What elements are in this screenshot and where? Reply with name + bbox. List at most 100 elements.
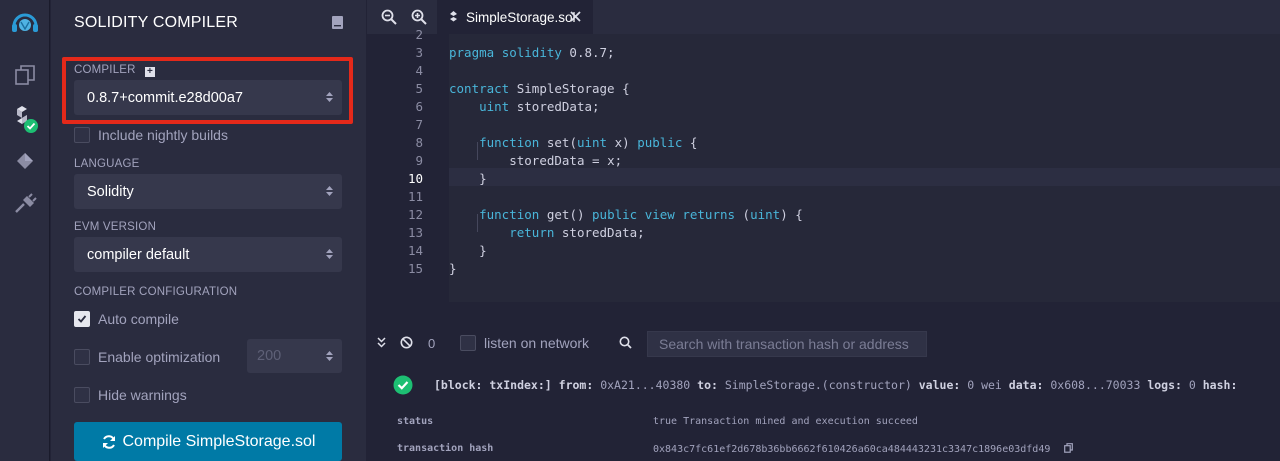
code-line[interactable]: 7 [367, 116, 1280, 134]
compiler-label-text: COMPILER [74, 64, 136, 76]
line-number: 3 [415, 45, 423, 60]
log-data-label: data: [1008, 378, 1044, 392]
refresh-icon [102, 434, 115, 449]
line-number: 6 [415, 99, 423, 114]
add-compiler-icon[interactable]: + [145, 67, 156, 77]
checkbox-icon[interactable] [460, 335, 476, 351]
line-code: contract SimpleStorage { [449, 81, 630, 96]
checkbox-icon[interactable] [74, 127, 90, 143]
checkbox-icon[interactable] [74, 349, 90, 365]
line-code: } [449, 261, 457, 276]
language-label: LANGUAGE [74, 158, 140, 170]
line-code: } [449, 171, 487, 186]
success-check-icon [393, 375, 413, 395]
line-code: storedData = x; [509, 153, 623, 168]
select-arrows-icon [326, 92, 333, 102]
code-area[interactable]: 2 3 pragma solidity 0.8.7; 4 5 contract Simpl… [367, 27, 1280, 302]
line-code: pragma solidity 0.8.7; [449, 45, 615, 60]
code-line[interactable]: 2 [367, 26, 1280, 44]
nightly-builds-checkbox[interactable]: Include nightly builds [74, 126, 228, 144]
documentation-icon[interactable] [332, 16, 343, 29]
code-line[interactable]: 10 } [367, 170, 1280, 188]
listen-on-network-label: listen on network [484, 335, 590, 351]
solidity-compiler-icon[interactable] [10, 105, 40, 135]
solidity-compiler-panel: SOLIDITY COMPILER COMPILER + 0.8.7+commi… [51, 0, 366, 461]
plugin-manager-icon[interactable] [10, 190, 40, 220]
compiler-label: COMPILER + [74, 64, 156, 77]
line-number: 5 [415, 81, 423, 96]
code-line[interactable]: 13 return storedData; [367, 224, 1280, 242]
compiler-version-select[interactable]: 0.8.7+commit.e28d00a7 [74, 80, 342, 115]
enable-optimization-label: Enable optimization [98, 349, 221, 365]
code-line[interactable]: 15} [367, 260, 1280, 278]
clear-console-icon[interactable] [400, 336, 413, 349]
transaction-hash-row: 0x843c7fc61ef2d678b36bb6662f610426a60ca4… [653, 443, 1074, 455]
select-arrows-icon [326, 249, 333, 259]
transaction-log-line[interactable]: [block: txIndex:] from: 0xA21...40380 to… [434, 378, 1237, 392]
log-from-label: from: [558, 378, 594, 392]
nightly-builds-label: Include nightly builds [98, 127, 228, 143]
listen-on-network-checkbox[interactable]: listen on network [460, 335, 589, 351]
line-code: function get() public view returns (uint… [479, 207, 803, 222]
code-line[interactable]: 6 uint storedData; [367, 98, 1280, 116]
panel-title: SOLIDITY COMPILER [74, 14, 239, 31]
log-value-value: 0 wei [967, 378, 1002, 392]
auto-compile-checkbox[interactable]: Auto compile [74, 310, 179, 328]
copy-icon[interactable] [1064, 443, 1074, 453]
code-line[interactable]: 5 contract SimpleStorage { [367, 80, 1280, 98]
log-logs-value: 0 [1188, 378, 1196, 392]
code-line[interactable]: 4 [367, 62, 1280, 80]
code-line[interactable]: 14 } [367, 242, 1280, 260]
enable-optimization-checkbox[interactable]: Enable optimization [74, 348, 220, 366]
line-code: } [449, 243, 487, 258]
auto-compile-label: Auto compile [98, 311, 179, 327]
log-data-value: 0x608...70033 [1050, 378, 1141, 392]
stepper-arrows-icon[interactable] [326, 350, 333, 362]
optimization-runs-value: 200 [257, 348, 282, 364]
language-value: Solidity [87, 183, 134, 200]
search-placeholder: Search with transaction hash or address [659, 336, 909, 352]
code-line[interactable]: 3 pragma solidity 0.8.7; [367, 44, 1280, 62]
evm-version-select[interactable]: compiler default [74, 237, 342, 272]
line-number: 12 [407, 207, 423, 222]
deploy-run-icon[interactable] [10, 146, 40, 176]
line-code: uint storedData; [479, 99, 600, 114]
log-hash-label: hash: [1202, 378, 1238, 392]
line-number: 14 [407, 243, 423, 258]
icon-rail [0, 0, 50, 461]
code-line[interactable]: 11 [367, 188, 1280, 206]
hide-warnings-checkbox[interactable]: Hide warnings [74, 386, 187, 404]
evm-version-value: compiler default [87, 246, 190, 263]
compiler-configuration-label: COMPILER CONFIGURATION [74, 286, 238, 298]
code-line[interactable]: 9 storedData = x; [367, 152, 1280, 170]
status-key: status [397, 416, 434, 427]
transaction-hash-value: 0x843c7fc61ef2d678b36bb6662f610426a60ca4… [653, 444, 1051, 455]
code-editor: SimpleStorage.sol 2 3 pragma solidity 0.8.… [367, 0, 1280, 302]
remix-logo-icon[interactable] [10, 8, 40, 38]
line-number: 10 [407, 171, 423, 186]
transaction-search-input[interactable]: Search with transaction hash or address [647, 331, 927, 357]
hide-warnings-label: Hide warnings [98, 387, 187, 403]
zoom-in-icon[interactable] [411, 9, 427, 25]
search-icon [619, 336, 632, 349]
compile-button[interactable]: Compile SimpleStorage.sol [74, 422, 342, 461]
zoom-out-icon[interactable] [381, 9, 397, 25]
line-code: function set(uint x) public { [479, 135, 698, 150]
checkbox-icon[interactable] [74, 387, 90, 403]
pending-tx-count: 0 [428, 336, 436, 351]
code-line[interactable]: 8 function set(uint x) public { [367, 134, 1280, 152]
line-number: 9 [415, 153, 423, 168]
terminal-panel: 0 listen on network Search with transact… [367, 302, 1280, 461]
line-number: 13 [407, 225, 423, 240]
collapse-terminal-icon[interactable] [377, 337, 386, 348]
checkbox-checked-icon[interactable] [74, 311, 90, 327]
optimization-runs-input[interactable]: 200 [247, 339, 342, 373]
log-to-label: to: [697, 378, 718, 392]
log-block: [block: txIndex:] [434, 378, 552, 392]
close-tab-icon[interactable] [570, 11, 581, 22]
code-line[interactable]: 12 function get() public view returns (u… [367, 206, 1280, 224]
file-explorer-icon[interactable] [10, 60, 40, 90]
language-select[interactable]: Solidity [74, 174, 342, 209]
line-number: 8 [415, 135, 423, 150]
select-arrows-icon [326, 186, 333, 196]
